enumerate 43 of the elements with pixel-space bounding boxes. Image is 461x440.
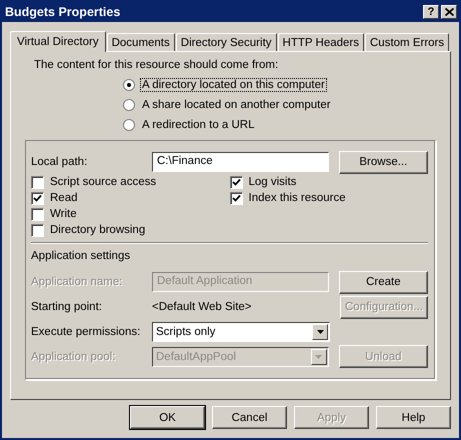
tab[interactable]: Documents [106, 33, 175, 51]
tab[interactable]: Virtual Directory [10, 31, 106, 52]
local-path-field[interactable]: C:\Finance [152, 152, 329, 172]
dropdown[interactable]: Scripts only [152, 322, 330, 342]
dropdown-arrow-icon [315, 354, 322, 359]
radio-button[interactable] [123, 98, 135, 110]
radio-button[interactable] [123, 118, 135, 130]
checkbox-label[interactable]: Write [50, 208, 77, 220]
checkbox[interactable] [230, 176, 242, 188]
field-label: Execute permissions: [31, 326, 142, 338]
checkbox[interactable] [230, 192, 242, 204]
dialog-button[interactable]: OK [130, 406, 205, 429]
help-button[interactable]: ? [423, 5, 439, 19]
field-label: Starting point: [31, 301, 103, 314]
radio-button[interactable] [123, 78, 135, 90]
checkbox[interactable] [31, 192, 44, 204]
checkbox[interactable] [31, 176, 44, 188]
close-button[interactable] [441, 5, 457, 19]
field-label: Local path: [31, 156, 88, 168]
browse-button[interactable]: Browse... [338, 150, 428, 174]
source-prompt: The content for this resource should come from: [34, 59, 280, 71]
value-text: <Default Web Site> [152, 301, 253, 314]
checkbox-label[interactable]: Index this resource [248, 192, 346, 204]
dropdown-arrow-icon [316, 330, 324, 334]
radio-label[interactable]: A directory located on this computer [140, 78, 327, 92]
field-label: Application pool: [31, 350, 116, 363]
checkbox-label[interactable]: Script source access [50, 176, 156, 188]
radio-label[interactable]: A share located on another computer [140, 98, 333, 112]
checkbox[interactable] [31, 208, 44, 220]
tab[interactable]: HTTP Headers [278, 33, 364, 51]
dialog-button[interactable]: Help [376, 406, 451, 429]
checkbox-label[interactable]: Read [50, 192, 78, 204]
section-heading: Application settings [31, 250, 132, 262]
tab[interactable]: Custom Errors [365, 33, 450, 51]
checkbox-label[interactable]: Directory browsing [50, 224, 146, 236]
checkbox[interactable] [31, 224, 44, 236]
close-icon [444, 8, 454, 16]
field-label: Application name: [31, 276, 124, 288]
dialog-button[interactable]: Cancel [212, 406, 287, 429]
radio-label[interactable]: A redirection to a URL [140, 118, 257, 132]
window-title: Budgets Properties [5, 5, 120, 19]
checkbox-label[interactable]: Log visits [248, 176, 296, 188]
tab[interactable]: Directory Security [176, 33, 277, 51]
